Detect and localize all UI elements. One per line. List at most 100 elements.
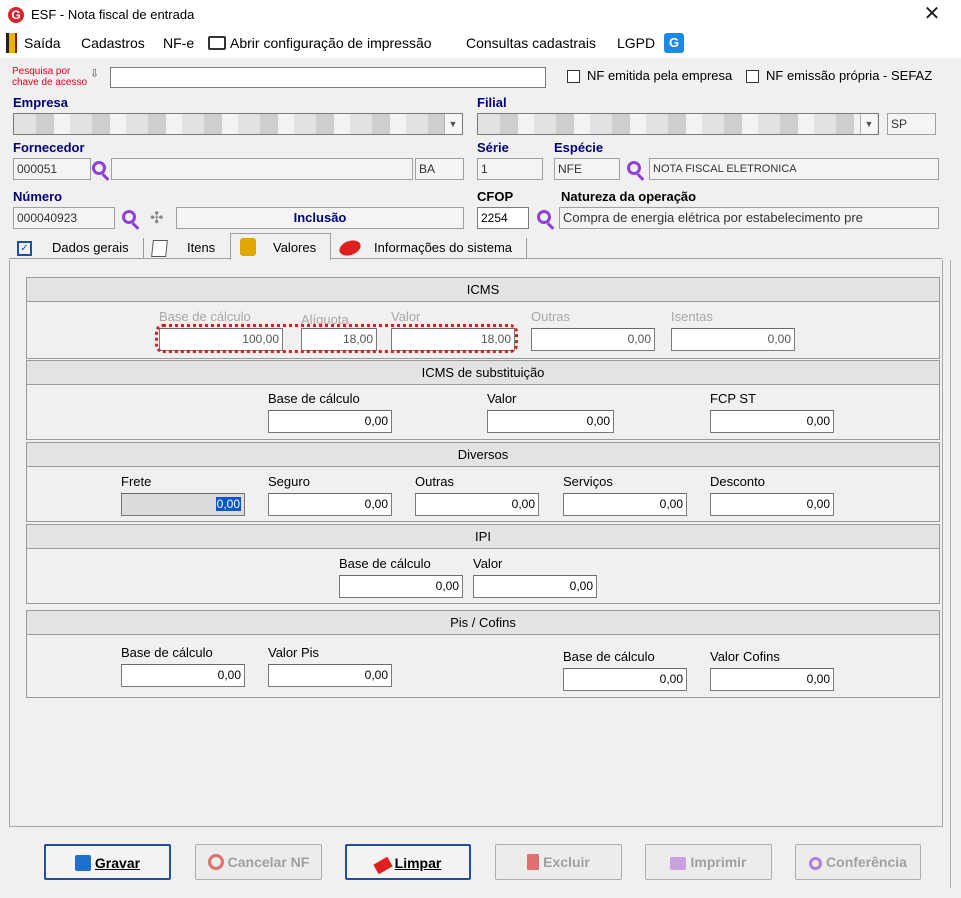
menu-cadastros[interactable]: Cadastros [81, 35, 145, 51]
no-sign-icon [337, 237, 363, 259]
coins-icon [240, 238, 256, 256]
annotation-highlight [155, 324, 518, 353]
icms-isentas-label: Isentas [671, 309, 713, 324]
seguro-label: Seguro [268, 474, 310, 489]
nf-emitida-checkbox[interactable] [567, 70, 580, 83]
pis-base-label: Base de cálculo [121, 645, 213, 660]
serie-field[interactable]: 1 [477, 158, 543, 180]
excluir-label: Excluir [543, 854, 590, 870]
servicos-input[interactable]: 0,00 [563, 493, 687, 516]
chevron-down-icon[interactable]: ▼ [860, 114, 877, 134]
ipi-base-label: Base de cálculo [339, 556, 431, 571]
conferencia-label: Conferência [826, 854, 907, 870]
outras-input[interactable]: 0,00 [415, 493, 539, 516]
search-icon [809, 857, 823, 870]
menu-nfe[interactable]: NF-e [163, 35, 194, 51]
ipi-base-input[interactable]: 0,00 [339, 575, 463, 598]
cofins-base-input[interactable]: 0,00 [563, 668, 687, 691]
numero-field[interactable]: 000040923 [13, 207, 115, 229]
tab-itens[interactable]: Itens [187, 237, 215, 259]
empresa-label: Empresa [13, 95, 68, 110]
fornecedor-label: Fornecedor [13, 140, 85, 155]
tab-divider [526, 238, 527, 258]
nf-propria-checkbox[interactable] [746, 70, 759, 83]
close-icon[interactable]: ✕ [920, 2, 944, 26]
ipi-title: IPI [27, 525, 939, 549]
pis-base-input[interactable]: 0,00 [121, 664, 245, 687]
tab-informacoes-sistema[interactable]: Informações do sistema [374, 237, 512, 259]
cofins-base-label: Base de cálculo [563, 649, 655, 664]
icms-isentas-input[interactable]: 0,00 [671, 328, 795, 351]
valor-pis-input[interactable]: 0,00 [268, 664, 392, 687]
app-logo-icon: G [8, 7, 24, 23]
frete-label: Frete [121, 474, 152, 489]
icms-base-label: Base de cálculo [159, 309, 251, 324]
search-icon[interactable] [92, 161, 106, 175]
exit-door-icon [6, 33, 17, 53]
ipi-valor-label: Valor [473, 556, 503, 571]
seguro-input[interactable]: 0,00 [268, 493, 392, 516]
limpar-button[interactable]: Limpar [345, 844, 471, 880]
status-field: Inclusão [176, 207, 464, 229]
trash-icon [527, 854, 540, 870]
search-label-line1: Pesquisa por [12, 66, 71, 77]
search-label: Pesquisa por chave de acesso [12, 66, 87, 88]
eraser-icon [372, 856, 393, 875]
imprimir-button[interactable]: Imprimir [645, 844, 772, 880]
natureza-field: Compra de energia elétrica por estabelec… [559, 207, 939, 229]
valor-cofins-label: Valor Cofins [710, 649, 780, 664]
icms-st-title: ICMS de substituição [27, 361, 939, 385]
chevron-down-icon[interactable]: ▼ [444, 114, 461, 134]
download-arrow-icon: ⇩ [90, 68, 100, 80]
tab-divider [143, 238, 144, 258]
icms-outras-input[interactable]: 0,00 [531, 328, 655, 351]
scrollbar-track [950, 260, 951, 888]
limpar-label: Limpar [394, 855, 442, 871]
serie-label: Série [477, 140, 509, 155]
search-label-line2: chave de acesso [12, 77, 88, 88]
plus-icon[interactable]: ✣ [150, 208, 163, 228]
fornecedor-code-field[interactable]: 000051 [13, 158, 91, 180]
search-icon[interactable] [537, 210, 551, 224]
empresa-select[interactable] [13, 113, 463, 135]
desconto-input[interactable]: 0,00 [710, 493, 834, 516]
pis-cofins-title: Pis / Cofins [27, 611, 939, 635]
search-icon[interactable] [627, 161, 641, 175]
icms-valor-label: Valor [391, 309, 421, 324]
search-input[interactable] [110, 67, 546, 88]
menu-abrir-config-impressao[interactable]: Abrir configuração de impressão [230, 35, 432, 51]
checkbox-checked-icon: ✓ [17, 241, 32, 256]
window-title: ESF - Nota fiscal de entrada [31, 7, 195, 22]
printer-icon [208, 36, 226, 50]
frete-input[interactable]: 0,00 [121, 493, 245, 516]
excluir-button[interactable]: Excluir [495, 844, 622, 880]
cancelar-nf-button[interactable]: Cancelar NF [195, 844, 322, 880]
menu-lgpd[interactable]: LGPD [617, 35, 655, 51]
cancel-icon [207, 854, 224, 870]
icms-st-base-input[interactable]: 0,00 [268, 410, 392, 433]
filial-select[interactable] [477, 113, 879, 135]
especie-field[interactable]: NFE [554, 158, 620, 180]
fornecedor-name-field [111, 158, 413, 180]
cfop-field[interactable]: 2254 [477, 207, 529, 229]
menu-saida[interactable]: Saída [24, 35, 61, 51]
desconto-label: Desconto [710, 474, 765, 489]
conferencia-button[interactable]: Conferência [795, 844, 921, 880]
printer-icon [670, 857, 687, 870]
especie-desc-field: NOTA FISCAL ELETRONICA [649, 158, 939, 180]
filial-label: Filial [477, 95, 507, 110]
tab-dados-gerais[interactable]: Dados gerais [52, 237, 129, 259]
valor-cofins-input[interactable]: 0,00 [710, 668, 834, 691]
fcp-st-input[interactable]: 0,00 [710, 410, 834, 433]
numero-label: Número [13, 189, 63, 204]
lgpd-icon[interactable]: G [664, 33, 684, 53]
fcp-st-label: FCP ST [710, 391, 756, 406]
icms-st-valor-input[interactable]: 0,00 [487, 410, 614, 433]
nf-propria-label: NF emissão própria - SEFAZ [766, 68, 933, 83]
natureza-label: Natureza da operação [561, 189, 697, 204]
search-icon[interactable] [122, 210, 136, 224]
menu-consultas-cadastrais[interactable]: Consultas cadastrais [466, 35, 596, 51]
gravar-button[interactable]: Gravar [44, 844, 171, 880]
ipi-valor-input[interactable]: 0,00 [473, 575, 597, 598]
tab-valores[interactable]: Valores [273, 237, 316, 259]
